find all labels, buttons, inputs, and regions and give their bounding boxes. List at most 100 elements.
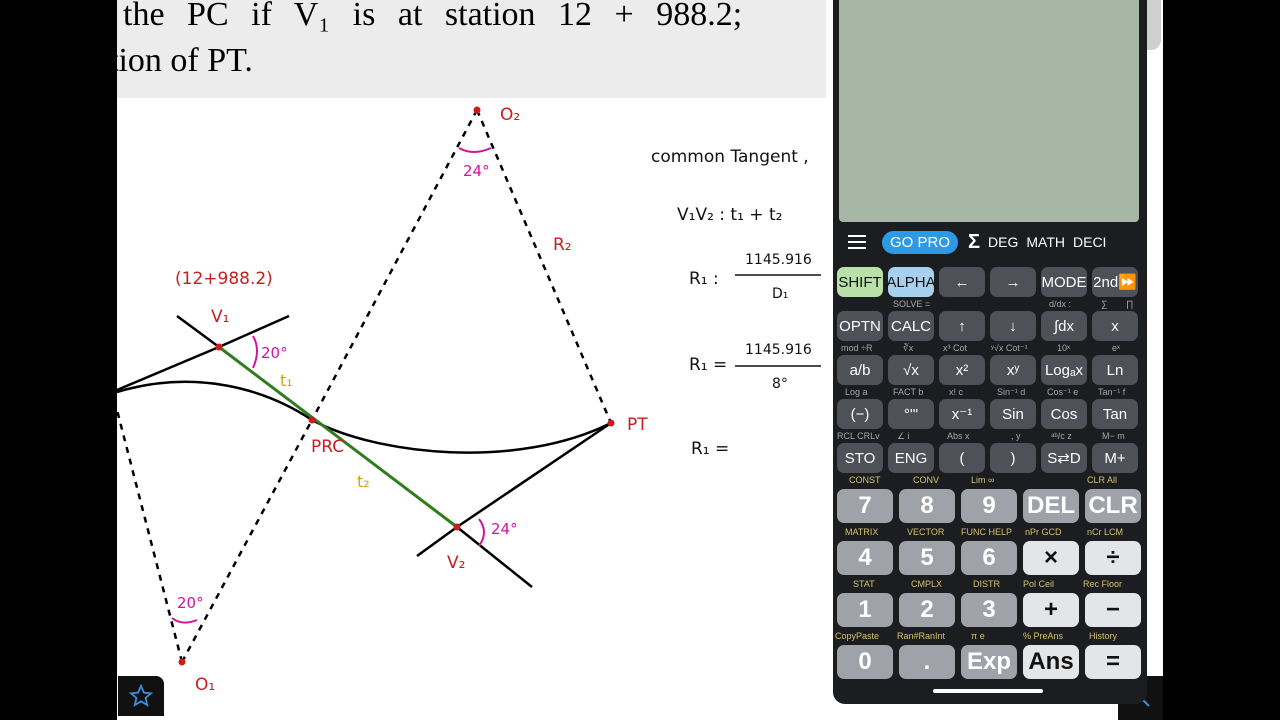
right-arrow-key[interactable]: →: [990, 267, 1036, 297]
key-9[interactable]: 9: [961, 489, 1017, 523]
note-r1-num: 1145.916: [745, 252, 812, 268]
sin-key[interactable]: Sin: [990, 399, 1036, 429]
key-8[interactable]: 8: [899, 489, 955, 523]
key-sub-label: π e: [971, 631, 985, 641]
sigma-button[interactable]: Σ: [968, 231, 980, 254]
tan-key[interactable]: Tan: [1092, 399, 1138, 429]
open-paren-key[interactable]: (: [939, 443, 985, 473]
shift-key[interactable]: SHIFT: [837, 267, 883, 297]
key-1[interactable]: 1: [837, 593, 893, 627]
up-arrow-key[interactable]: ↑: [939, 311, 985, 341]
exp-key[interactable]: Exp: [961, 645, 1017, 679]
key-0[interactable]: 0: [837, 645, 893, 679]
t2-label: t₂: [357, 472, 370, 491]
log-key[interactable]: Logₐx: [1041, 355, 1087, 385]
cos-key[interactable]: Cos: [1041, 399, 1087, 429]
second-key[interactable]: 2nd⏩: [1092, 267, 1138, 297]
key-sub-label: Sin⁻¹ d: [997, 387, 1026, 397]
angle-v1-label: 20°: [261, 344, 288, 362]
optn-key[interactable]: OPTN: [837, 311, 883, 341]
key-sub-label: ∛x: [903, 343, 914, 353]
negative-key[interactable]: (−): [837, 399, 883, 429]
radius-o2-prc: [310, 109, 479, 421]
home-indicator[interactable]: [933, 689, 1043, 693]
radius-o2-pt: [475, 109, 613, 424]
key-6[interactable]: 6: [961, 541, 1017, 575]
favorite-button[interactable]: [118, 676, 164, 716]
calc-key[interactable]: CALC: [888, 311, 934, 341]
key-sub-label: Abs x: [947, 431, 970, 441]
key-sub-label: eˣ: [1112, 343, 1120, 353]
ans-key[interactable]: Ans: [1023, 645, 1079, 679]
key-sub-label: , y: [1011, 431, 1021, 441]
deg-mode[interactable]: DEG: [988, 234, 1018, 250]
clr-key[interactable]: CLR: [1085, 489, 1141, 523]
v1-label: V₁: [211, 307, 229, 327]
deci-mode[interactable]: DECI: [1073, 234, 1106, 250]
go-pro-button[interactable]: GO PRO: [882, 230, 959, 254]
key-sub-label: MATRIX: [845, 527, 879, 537]
ln-key[interactable]: Ln: [1092, 355, 1138, 385]
sto-key[interactable]: STO: [837, 443, 883, 473]
key-sub-label: DISTR: [973, 579, 1000, 589]
degree-key[interactable]: °'": [888, 399, 934, 429]
key-3[interactable]: 3: [961, 593, 1017, 627]
mode-key[interactable]: MODE: [1041, 267, 1087, 297]
hamburger-menu-icon[interactable]: [848, 235, 870, 249]
key-sub-label: x³ Cot: [943, 343, 968, 353]
key-sub-label: ∠ i: [897, 431, 910, 441]
minus-key[interactable]: −: [1085, 593, 1141, 627]
calculator-app[interactable]: GO PRO Σ DEG MATH DECI SHIFT ALPHA ← → M…: [833, 0, 1147, 704]
calculator-toolbar: GO PRO Σ DEG MATH DECI: [833, 226, 1147, 258]
tangent-v1-fwd: [218, 314, 290, 349]
key-sub-label: nCr LCM: [1087, 527, 1124, 537]
o1-label: O₁: [195, 675, 215, 695]
key-sub-label: Lim ∞: [971, 475, 995, 485]
close-paren-key[interactable]: ): [990, 443, 1036, 473]
key-sub-label: mod ÷R: [841, 343, 873, 353]
key-sub-label: CONST: [849, 475, 881, 485]
integral-key[interactable]: ∫dx: [1041, 311, 1087, 341]
key-sub-label: CONV: [913, 475, 940, 485]
s-d-key[interactable]: S⇄D: [1041, 443, 1087, 473]
del-key[interactable]: DEL: [1023, 489, 1079, 523]
power-key[interactable]: xʸ: [990, 355, 1036, 385]
key-sub-label: ᵃᵇ/c z: [1051, 431, 1072, 441]
tangent-v2-back: [416, 525, 458, 558]
key-4[interactable]: 4: [837, 541, 893, 575]
key-5[interactable]: 5: [899, 541, 955, 575]
m-plus-key[interactable]: M+: [1092, 443, 1138, 473]
r2-label: R₂: [553, 235, 572, 255]
square-key[interactable]: x²: [939, 355, 985, 385]
left-arrow-key[interactable]: ←: [939, 267, 985, 297]
decimal-key[interactable]: .: [899, 645, 955, 679]
key-sub-label: STAT: [853, 579, 875, 589]
x-key[interactable]: x: [1092, 311, 1138, 341]
prc-label: PRC: [311, 437, 344, 457]
inverse-key[interactable]: x⁻¹: [939, 399, 985, 429]
key-sub-label: Log a: [845, 387, 868, 397]
key-sub-label: ʸ√x Cot⁻¹: [991, 343, 1028, 353]
right-letterbox: [1163, 0, 1280, 720]
fraction-key[interactable]: a/b: [837, 355, 883, 385]
star-icon: [129, 684, 153, 707]
divide-key[interactable]: ÷: [1085, 541, 1141, 575]
sqrt-key[interactable]: √x: [888, 355, 934, 385]
note-r1b-num: 1145.916: [745, 342, 812, 358]
note-r1b-lhs: R₁ =: [689, 355, 727, 375]
eng-key[interactable]: ENG: [888, 443, 934, 473]
key-2[interactable]: 2: [899, 593, 955, 627]
plus-key[interactable]: +: [1023, 593, 1079, 627]
alpha-key[interactable]: ALPHA: [886, 267, 936, 297]
note-r1b-den: 8°: [772, 376, 788, 392]
math-mode[interactable]: MATH: [1026, 234, 1065, 250]
station-label: (12+988.2): [175, 269, 273, 289]
o2-label: O₂: [500, 105, 520, 125]
multiply-key[interactable]: ×: [1023, 541, 1079, 575]
equals-key[interactable]: =: [1085, 645, 1141, 679]
key-sub-label: SOLVE =: [893, 299, 931, 309]
key-sub-label: FACT b: [893, 387, 924, 397]
down-arrow-key[interactable]: ↓: [990, 311, 1036, 341]
key-7[interactable]: 7: [837, 489, 893, 523]
key-sub-label: M− m: [1102, 431, 1125, 441]
